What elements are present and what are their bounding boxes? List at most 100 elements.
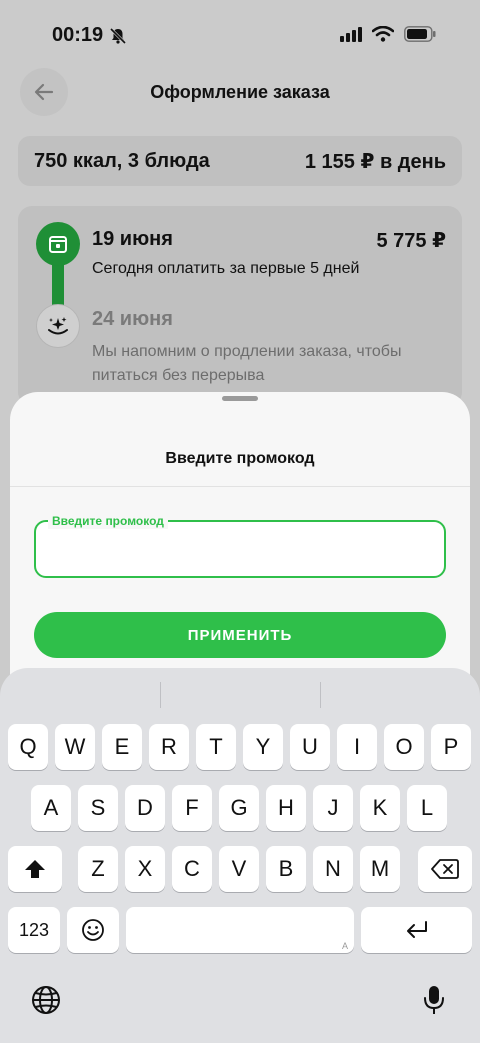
key-x[interactable]: X	[125, 846, 165, 892]
key-label: S	[90, 795, 106, 820]
key-label: E	[114, 734, 130, 759]
key-label: K	[372, 795, 388, 820]
sheet-title: Введите промокод	[165, 450, 315, 467]
backspace-key[interactable]	[418, 846, 472, 892]
backspace-icon	[431, 859, 459, 879]
status-time: 00:19	[52, 24, 127, 47]
key-d[interactable]: D	[125, 785, 165, 831]
key-label: J	[327, 795, 339, 820]
key-w[interactable]: W	[55, 724, 95, 770]
return-key[interactable]	[361, 907, 472, 953]
key-label: 123	[18, 919, 50, 940]
calories-dishes: 750 ккал, 3 блюда	[34, 149, 210, 172]
key-label: V	[231, 856, 247, 881]
promo-code-field[interactable]: Введите промокод	[34, 513, 446, 578]
key-t[interactable]: T	[196, 724, 236, 770]
calendar-icon	[49, 236, 67, 253]
key-l[interactable]: L	[407, 785, 447, 831]
order-summary-card: 750 ккал, 3 блюда 1 155 ₽ в день	[18, 136, 462, 186]
globe-key[interactable]	[26, 980, 66, 1020]
keyboard-suggestion-bar	[0, 668, 480, 720]
key-label: R	[161, 734, 177, 759]
keyboard: Q W E R T Y U I O P A S D F G H J K L Z …	[0, 668, 480, 1043]
status-time-text: 00:19	[52, 24, 104, 46]
key-label: B	[278, 856, 294, 881]
key-label: G	[230, 795, 248, 820]
first-payment-amount: 5 775 ₽	[376, 230, 446, 252]
promo-field-label: Введите промокод	[48, 513, 168, 529]
payment-timeline-card: 19 июня 5 775 ₽ Сегодня оплатить за перв…	[18, 206, 462, 406]
shift-arrow-icon	[25, 860, 45, 878]
key-h[interactable]: H	[266, 785, 306, 831]
key-u[interactable]: U	[290, 724, 330, 770]
sparkle-plate-icon	[48, 317, 68, 335]
key-label: M	[370, 856, 390, 881]
key-n[interactable]: N	[313, 846, 353, 892]
return-arrow-icon	[406, 921, 427, 938]
wifi-icon	[372, 26, 394, 42]
key-label: X	[137, 856, 153, 881]
key-label: U	[302, 734, 318, 759]
battery-icon	[404, 26, 436, 42]
key-label: N	[325, 856, 341, 881]
key-label: Y	[255, 734, 271, 759]
key-label: F	[185, 795, 199, 820]
key-label: L	[420, 795, 434, 820]
apply-button[interactable]: ПРИМЕНИТЬ	[34, 612, 446, 658]
key-z[interactable]: Z	[78, 846, 118, 892]
key-label: A	[43, 795, 59, 820]
dictation-key[interactable]	[414, 980, 454, 1020]
cellular-signal-icon	[340, 27, 362, 42]
key-label: I	[353, 734, 361, 759]
key-s[interactable]: S	[78, 785, 118, 831]
key-j[interactable]: J	[313, 785, 353, 831]
renewal-desc: Мы напомним о продлении заказа, чтобы пи…	[92, 343, 402, 384]
timeline-dot-current	[36, 222, 80, 266]
price-per-day: 1 155 ₽ в день	[304, 150, 446, 173]
timeline-dot-future	[36, 304, 80, 348]
renewal-date: 24 июня	[92, 308, 173, 330]
shift-key[interactable]	[8, 846, 62, 892]
status-bar: 00:19	[0, 0, 480, 70]
nav-bar: Оформление заказа	[0, 68, 480, 116]
key-label: O	[395, 734, 413, 759]
key-e[interactable]: E	[102, 724, 142, 770]
key-g[interactable]: G	[219, 785, 259, 831]
first-payment-date: 19 июня	[92, 228, 173, 250]
space-key-hint: A	[341, 941, 348, 951]
sheet-divider	[10, 486, 470, 487]
key-v[interactable]: V	[219, 846, 259, 892]
key-p[interactable]: P	[431, 724, 471, 770]
key-m[interactable]: M	[360, 846, 400, 892]
key-label: P	[443, 734, 459, 759]
emoji-icon	[82, 919, 104, 941]
key-label: C	[184, 856, 200, 881]
numbers-key[interactable]: 123	[8, 907, 60, 953]
key-q[interactable]: Q	[8, 724, 48, 770]
key-f[interactable]: F	[172, 785, 212, 831]
key-label: W	[64, 734, 86, 759]
sheet-grabber[interactable]	[222, 396, 258, 401]
globe-icon	[32, 986, 60, 1014]
suggestion-separator	[320, 682, 321, 708]
key-a[interactable]: A	[31, 785, 71, 831]
key-i[interactable]: I	[337, 724, 377, 770]
mute-bell-icon	[110, 27, 127, 44]
key-o[interactable]: O	[384, 724, 424, 770]
key-label: T	[209, 734, 223, 759]
emoji-key[interactable]	[67, 907, 119, 953]
key-b[interactable]: B	[266, 846, 306, 892]
microphone-icon	[424, 986, 444, 1014]
promo-code-input[interactable]	[50, 536, 430, 562]
first-payment-desc: Сегодня оплатить за первые 5 дней	[92, 260, 360, 277]
key-r[interactable]: R	[149, 724, 189, 770]
key-label: Z	[91, 856, 105, 881]
suggestion-separator	[160, 682, 161, 708]
key-k[interactable]: K	[360, 785, 400, 831]
status-icons	[340, 26, 436, 42]
key-label: H	[278, 795, 294, 820]
key-y[interactable]: Y	[243, 724, 283, 770]
key-label: D	[137, 795, 153, 820]
key-c[interactable]: C	[172, 846, 212, 892]
space-key[interactable]: A	[126, 907, 354, 953]
